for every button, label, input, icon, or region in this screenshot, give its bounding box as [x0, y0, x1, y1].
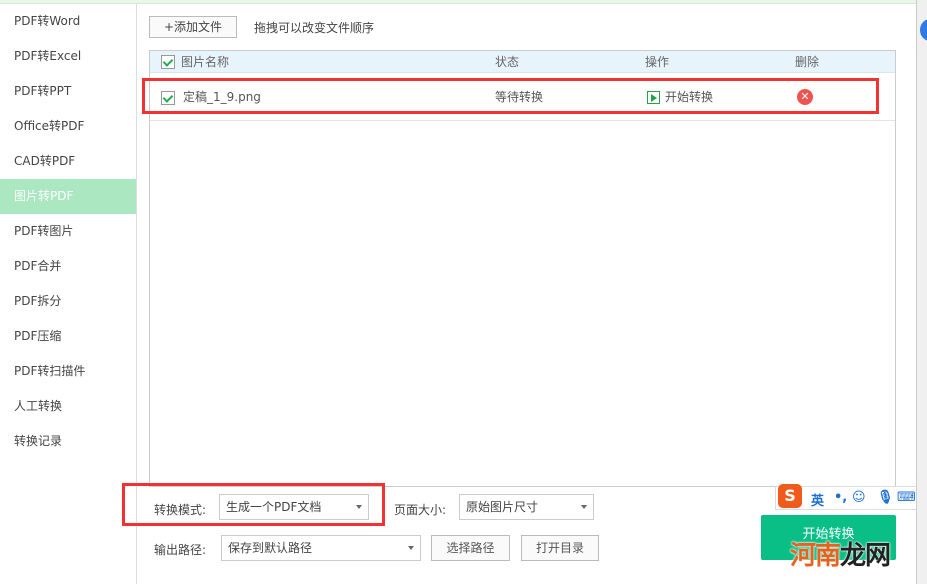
sidebar-item-history[interactable]: 转换记录	[0, 424, 136, 459]
title-strip	[0, 0, 916, 4]
sidebar-item-image-pdf[interactable]: 图片转PDF	[0, 179, 136, 214]
highlight-box-mode	[122, 483, 385, 526]
keyboard-icon[interactable]: ⌨	[897, 490, 916, 505]
sidebar-item-pdf-word[interactable]: PDF转Word	[0, 4, 136, 39]
table-header: 图片名称 状态 操作 删除	[150, 51, 895, 73]
page-size-label: 页面大小:	[394, 503, 447, 517]
chevron-down-icon	[408, 546, 414, 550]
ime-toolbar: S 英 •, ☺ 🎙 ⌨	[775, 484, 927, 510]
sidebar: PDF转Word PDF转Excel PDF转PPT Office转PDF CA…	[0, 4, 137, 584]
page-size-value: 原始图片尺寸	[466, 500, 539, 514]
sidebar-item-manual[interactable]: 人工转换	[0, 389, 136, 424]
window-edge	[916, 0, 927, 584]
ime-punct[interactable]: •,	[834, 490, 847, 505]
highlight-box-row	[142, 78, 879, 114]
select-all-checkbox[interactable]	[161, 55, 175, 69]
header-action: 操作	[645, 55, 670, 69]
drag-hint: 拖拽可以改变文件顺序	[254, 21, 375, 35]
sidebar-item-pdf-merge[interactable]: PDF合并	[0, 249, 136, 284]
header-status: 状态	[495, 55, 520, 69]
sidebar-item-pdf-split[interactable]: PDF拆分	[0, 284, 136, 319]
add-file-button[interactable]: +添加文件	[149, 16, 237, 38]
sogou-logo-icon[interactable]: S	[778, 484, 802, 508]
watermark-part2: 龙网	[840, 541, 891, 571]
emoji-icon[interactable]: ☺	[852, 490, 866, 505]
file-table: 图片名称 状态 操作 删除 定稿_1_9.png 等待转换 开始转换 ✕	[149, 50, 896, 487]
page-size-select[interactable]: 原始图片尺寸	[459, 494, 594, 520]
sidebar-item-cad-pdf[interactable]: CAD转PDF	[0, 144, 136, 179]
output-select[interactable]: 保存到默认路径	[221, 535, 421, 561]
sidebar-item-pdf-excel[interactable]: PDF转Excel	[0, 39, 136, 74]
choose-path-button[interactable]: 选择路径	[431, 535, 510, 561]
output-label: 输出路径:	[154, 543, 207, 557]
header-delete: 删除	[795, 55, 820, 69]
header-name: 图片名称	[181, 55, 230, 69]
chevron-down-icon	[581, 505, 587, 509]
sidebar-item-pdf-ppt[interactable]: PDF转PPT	[0, 74, 136, 109]
open-dir-button[interactable]: 打开目录	[521, 535, 599, 561]
watermark: 河南龙网	[790, 535, 891, 572]
output-value: 保存到默认路径	[228, 541, 313, 555]
sidebar-item-pdf-image[interactable]: PDF转图片	[0, 214, 136, 249]
watermark-part1: 河南	[790, 541, 841, 571]
sidebar-item-pdf-compress[interactable]: PDF压缩	[0, 319, 136, 354]
sidebar-item-pdf-scan[interactable]: PDF转扫描件	[0, 354, 136, 389]
sidebar-item-office-pdf[interactable]: Office转PDF	[0, 109, 136, 144]
ime-lang[interactable]: 英	[811, 490, 824, 509]
microphone-icon[interactable]: 🎙	[877, 490, 894, 505]
